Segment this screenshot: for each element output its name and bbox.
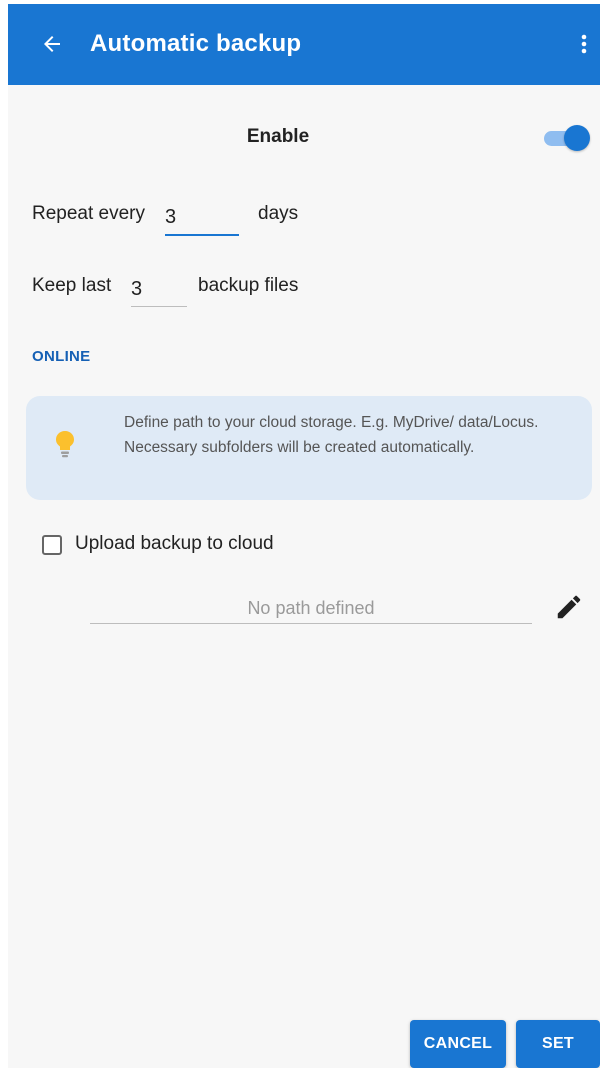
lightbulb-icon: [56, 431, 74, 458]
cloud-path-field[interactable]: No path defined: [90, 594, 532, 622]
repeat-suffix-label: days: [258, 203, 299, 224]
back-button[interactable]: [34, 26, 70, 62]
enable-switch[interactable]: [544, 124, 590, 152]
online-section-header: ONLINE: [32, 348, 91, 365]
set-button[interactable]: SET: [516, 1020, 600, 1068]
cloud-path-underline: [90, 623, 532, 624]
repeat-days-input[interactable]: [165, 203, 237, 231]
edit-path-button[interactable]: [554, 592, 584, 622]
cloud-info-text: Define path to your cloud storage. E.g. …: [124, 414, 539, 456]
more-vertical-icon: [581, 34, 587, 54]
cloud-info-card: Define path to your cloud storage. E.g. …: [26, 396, 592, 500]
repeat-days-underline: [165, 234, 239, 236]
keep-suffix-label: backup files: [198, 275, 299, 296]
upload-to-cloud-label[interactable]: Upload backup to cloud: [75, 533, 274, 555]
keep-files-underline: [131, 306, 187, 307]
enable-label: Enable: [246, 126, 310, 147]
automatic-backup-screen: Automatic backup Enable Repeat every day…: [8, 4, 600, 1068]
upload-to-cloud-checkbox[interactable]: [42, 535, 62, 555]
page-title: Automatic backup: [90, 30, 302, 57]
overflow-menu-button[interactable]: [572, 26, 596, 62]
pencil-icon: [557, 595, 581, 619]
keep-files-input[interactable]: [131, 275, 185, 303]
keep-prefix-label: Keep last: [32, 275, 112, 296]
app-bar: Automatic backup: [8, 4, 600, 85]
switch-thumb: [564, 125, 590, 151]
cancel-button[interactable]: CANCEL: [410, 1020, 506, 1068]
arrow-left-icon: [44, 36, 60, 52]
repeat-prefix-label: Repeat every: [32, 203, 146, 224]
